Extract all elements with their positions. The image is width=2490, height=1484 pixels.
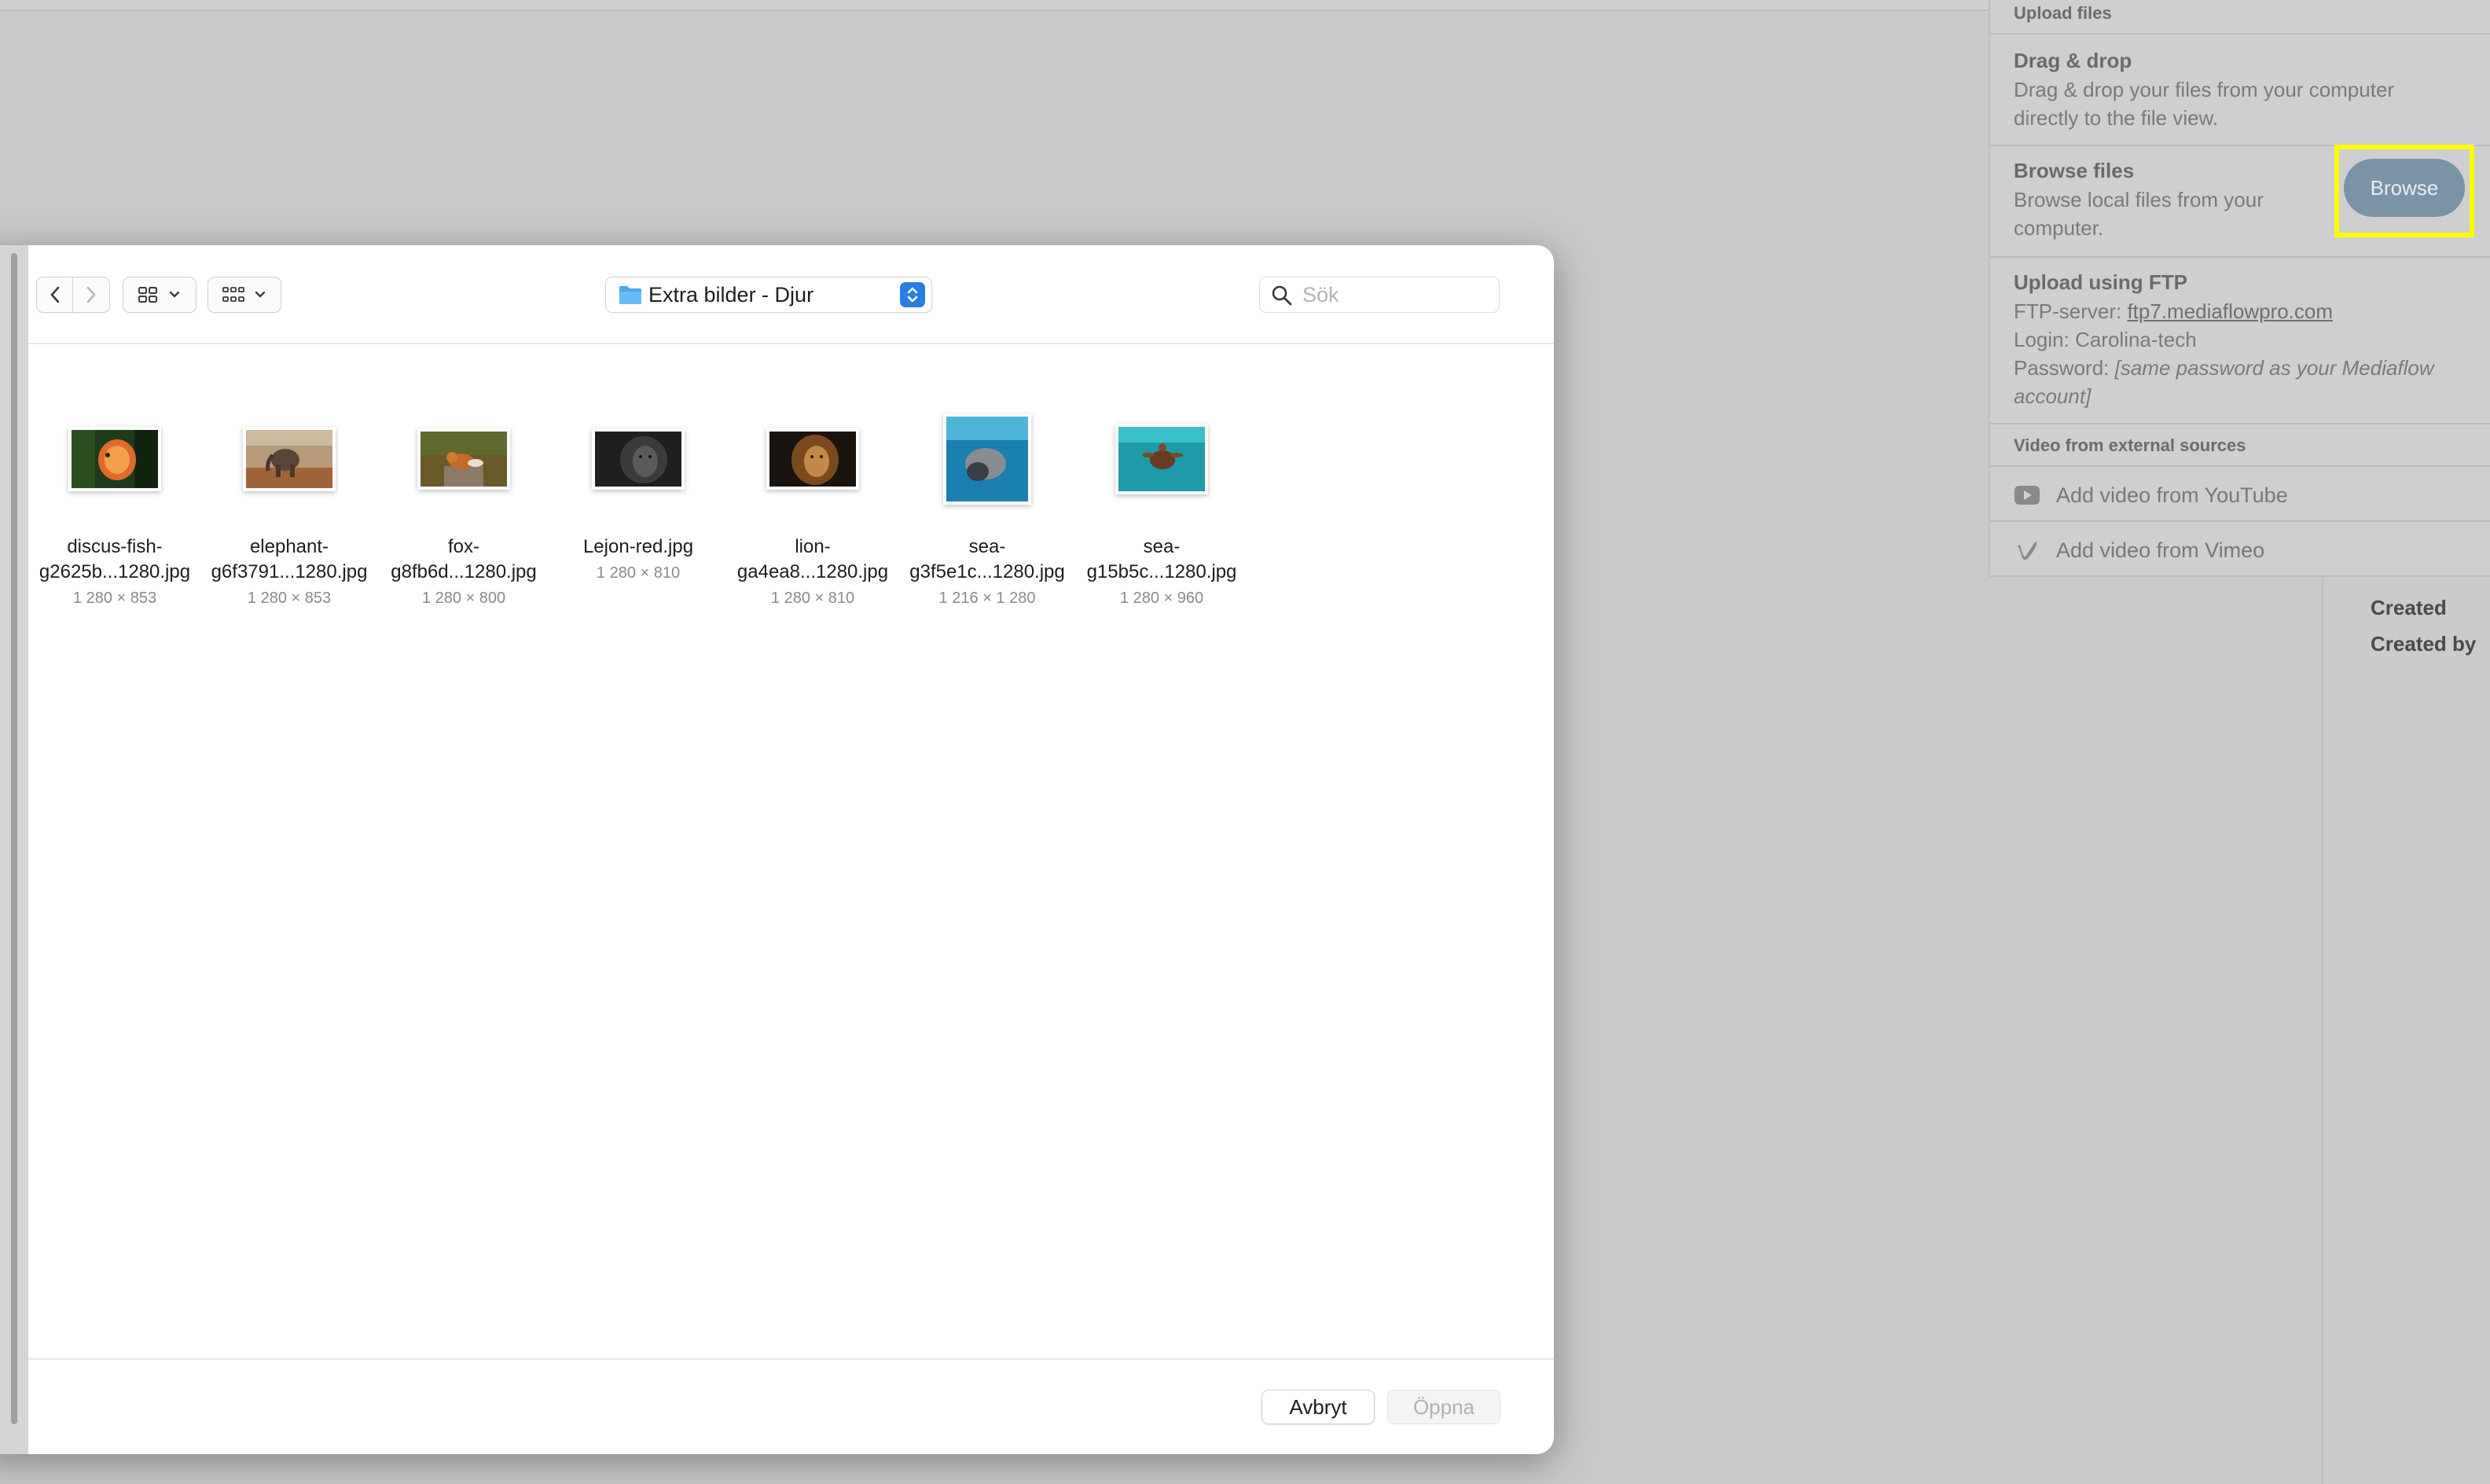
search-field[interactable] — [1259, 277, 1500, 313]
dialog-footer: Avbryt Öppna — [28, 1358, 1554, 1454]
folder-stepper-icon — [900, 282, 925, 307]
folder-icon — [619, 286, 641, 304]
drag-drop-title: Drag & drop — [2014, 49, 2132, 72]
discus-fish-thumbnail — [68, 427, 161, 491]
detail-label-created-by: Created by — [2371, 632, 2477, 656]
dialog-toolbar: Extra bilder - Djur — [28, 245, 1554, 344]
vimeo-icon — [2014, 540, 2040, 560]
file-open-dialog: Extra bilder - Djur discus-fish-g2625b..… — [0, 245, 1554, 1454]
file-dimensions: 1 280 × 960 — [1119, 590, 1204, 607]
ftp-server-label: FTP-server: — [2014, 299, 2128, 323]
back-button[interactable] — [36, 277, 74, 313]
detail-label-created: Created — [2371, 596, 2447, 619]
chevron-down-icon — [169, 291, 180, 298]
icon-grid-icon — [138, 287, 157, 303]
chevron-right-icon — [86, 286, 96, 303]
sea-lion-thumbnail — [943, 413, 1031, 505]
sidebar-scrollbar[interactable] — [11, 253, 17, 1424]
file-dimensions: 1 280 × 810 — [770, 590, 855, 607]
forward-button[interactable] — [72, 277, 110, 313]
elephant-thumbnail — [243, 427, 336, 491]
file-name-line2: g3f5e1c...1280.jpg — [909, 561, 1065, 582]
open-button[interactable]: Öppna — [1387, 1390, 1500, 1424]
file-name-line1: discus-fish- — [67, 536, 163, 557]
youtube-label: Add video from YouTube — [2056, 483, 2288, 507]
lion-bw-thumbnail — [592, 428, 685, 490]
file-dimensions: 1 280 × 853 — [247, 590, 332, 607]
search-input[interactable] — [1301, 281, 1493, 308]
ftp-login: Login: Carolina-tech — [2014, 328, 2197, 351]
file-name-line2: ga4ea8...1280.jpg — [736, 561, 889, 582]
file-grid: discus-fish-g2625b...1280.jpg 1 280 × 85… — [28, 344, 1554, 1354]
group-by-button[interactable] — [208, 277, 281, 313]
drag-drop-text: Drag & drop your files from your compute… — [2014, 78, 2395, 130]
file-dimensions: 1 216 × 1 280 — [938, 590, 1036, 607]
browse-files-title: Browse files — [2014, 159, 2135, 182]
chevron-down-icon — [255, 291, 266, 298]
browse-files-text: Browse local files from your computer. — [2014, 188, 2264, 240]
folder-location-select[interactable]: Extra bilder - Djur — [605, 277, 932, 313]
add-youtube-video[interactable]: Add video from YouTube — [2014, 472, 2288, 519]
view-mode-button[interactable] — [123, 277, 196, 313]
vimeo-label: Add video from Vimeo — [2056, 538, 2265, 562]
dialog-sidebar — [0, 245, 28, 1454]
youtube-icon — [2014, 485, 2040, 505]
background-top-bar — [0, 0, 1989, 11]
browse-button[interactable]: Browse — [2344, 159, 2465, 217]
fox-thumbnail — [417, 428, 510, 490]
file-name-line1: fox- — [447, 536, 479, 557]
file-dimensions: 1 280 × 800 — [421, 590, 506, 607]
sea-turtle-thumbnail — [1115, 424, 1208, 494]
file-name-line2: g15b5c...1280.jpg — [1086, 561, 1237, 582]
file-dimensions: 1 280 × 853 — [72, 590, 157, 607]
file-dimensions: 1 280 × 810 — [596, 564, 681, 582]
ftp-title: Upload using FTP — [2014, 270, 2187, 294]
chevron-left-icon — [50, 286, 60, 303]
lion-thumbnail — [766, 428, 859, 490]
add-vimeo-video[interactable]: Add video from Vimeo — [2014, 527, 2264, 574]
file-name-line2: g2625b...1280.jpg — [39, 561, 191, 582]
file-name-line1: sea- — [1143, 536, 1181, 557]
ftp-password-label: Password: — [2014, 356, 2115, 380]
upload-files-panel: Upload files Drag & drop Drag & drop you… — [1989, 0, 2490, 577]
folder-name: Extra bilder - Djur — [648, 283, 814, 307]
upload-files-header: Upload files — [2014, 3, 2112, 23]
external-video-header: Video from external sources — [2014, 435, 2246, 455]
cancel-button[interactable]: Avbryt — [1262, 1390, 1375, 1424]
file-name-line2: g8fb6d...1280.jpg — [391, 561, 537, 582]
search-icon — [1272, 285, 1292, 306]
file-name-line1: elephant- — [249, 536, 329, 557]
file-name-line2: g6f3791...1280.jpg — [211, 561, 368, 582]
file-name-line1: sea- — [968, 536, 1006, 557]
ftp-details: FTP-server: ftp7.mediaflowpro.com Login:… — [2014, 297, 2477, 410]
ftp-server-link[interactable]: ftp7.mediaflowpro.com — [2127, 299, 2333, 323]
file-name-line1: lion- — [795, 536, 831, 557]
group-grid-icon — [222, 287, 244, 302]
file-name-line1: Lejon-red.jpg — [582, 536, 694, 557]
